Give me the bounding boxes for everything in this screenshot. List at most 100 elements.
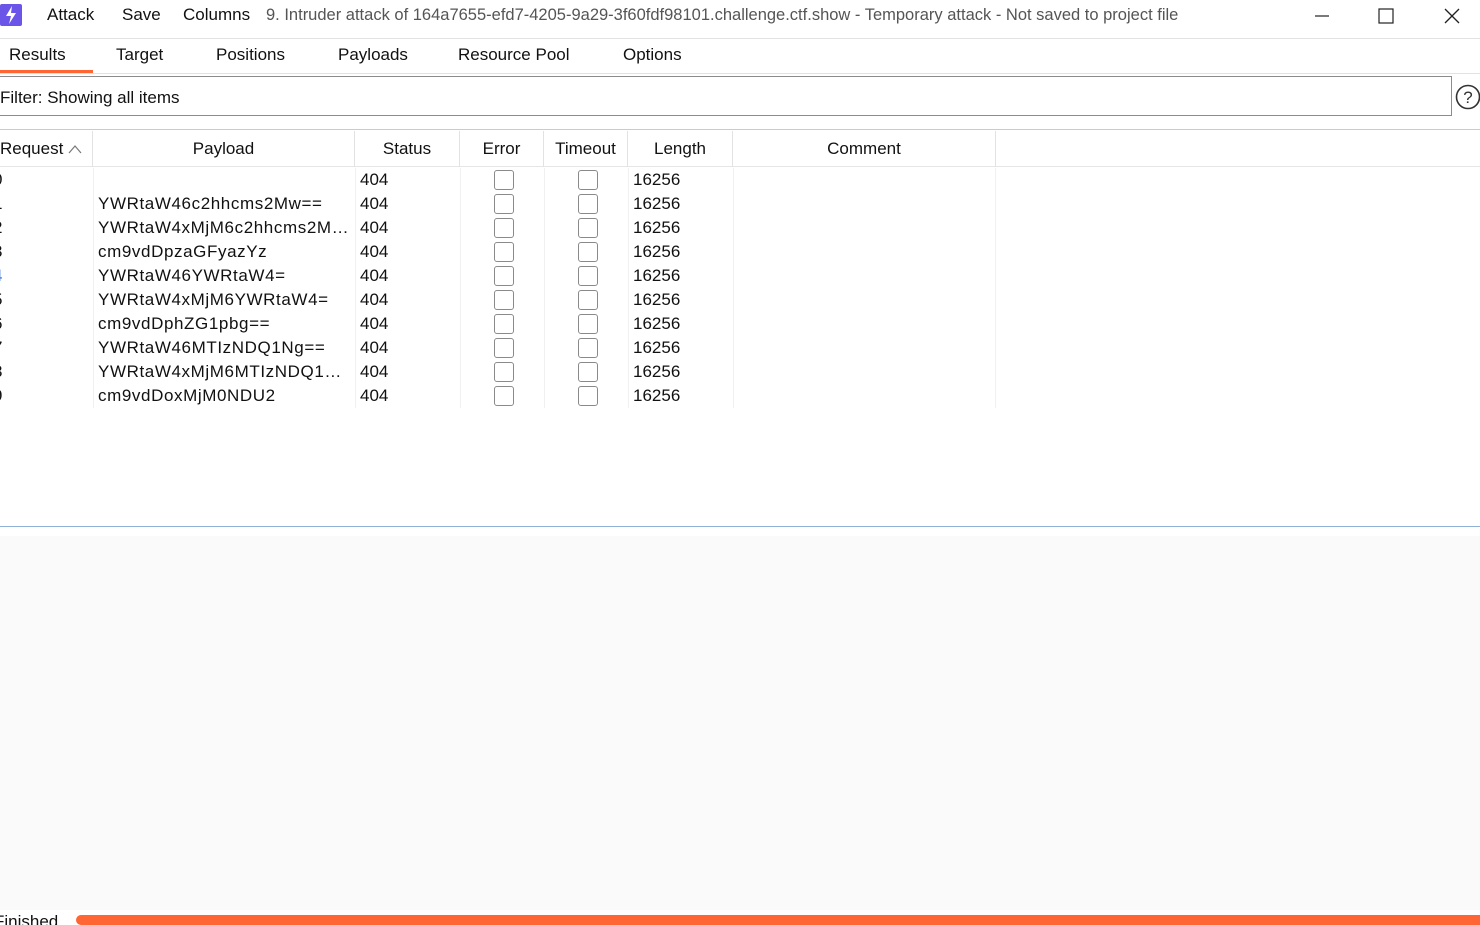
timeout-checkbox[interactable]: [578, 194, 598, 214]
timeout-checkbox[interactable]: [578, 170, 598, 190]
error-checkbox[interactable]: [494, 362, 514, 382]
timeout-checkbox[interactable]: [578, 266, 598, 286]
column-header-status[interactable]: Status: [355, 131, 460, 167]
error-checkbox[interactable]: [494, 314, 514, 334]
help-icon[interactable]: ?: [1454, 83, 1480, 111]
column-label-length: Length: [654, 139, 706, 158]
cell-payload: [98, 168, 354, 192]
cell-length: 16256: [633, 314, 681, 333]
menu-attack[interactable]: Attack: [47, 5, 94, 25]
table-row[interactable]: 8 YWRtaW4xMjM6MTIzNDQ1N… 404 16256: [0, 360, 996, 384]
timeout-checkbox[interactable]: [578, 386, 598, 406]
column-header-error[interactable]: Error: [460, 131, 544, 167]
burp-app-icon: [0, 4, 22, 26]
column-header-length[interactable]: Length: [628, 131, 733, 167]
column-label-error: Error: [482, 139, 521, 158]
cell-length: 16256: [633, 290, 681, 309]
cell-request: 8: [0, 360, 14, 384]
progress-fill: [76, 915, 1480, 925]
tab-options[interactable]: Options: [623, 45, 682, 65]
column-label-status: Status: [382, 139, 432, 158]
error-checkbox[interactable]: [494, 242, 514, 262]
cell-payload: cm9vdDoxMjM0NDU2: [98, 386, 276, 405]
timeout-checkbox[interactable]: [578, 338, 598, 358]
timeout-checkbox[interactable]: [578, 314, 598, 334]
table-row[interactable]: 4 YWRtaW46YWRtaW4= 404 16256: [0, 264, 996, 288]
cell-length: 16256: [633, 170, 681, 189]
timeout-checkbox[interactable]: [578, 218, 598, 238]
error-checkbox[interactable]: [494, 290, 514, 310]
table-row[interactable]: 3 cm9vdDpzaGFyazYz 404 16256: [0, 240, 996, 264]
error-checkbox[interactable]: [494, 338, 514, 358]
minimize-icon: [1315, 15, 1329, 17]
table-row[interactable]: 2 YWRtaW4xMjM6c2hhcms2M… 404 16256: [0, 216, 996, 240]
cell-payload: YWRtaW46MTIzNDQ1Ng==: [98, 338, 326, 357]
table-row[interactable]: 0 404 16256: [0, 168, 996, 192]
splitter-handle-icon[interactable]: [727, 529, 747, 543]
table-row[interactable]: 7 YWRtaW46MTIzNDQ1Ng== 404 16256: [0, 336, 996, 360]
sort-ascending-icon: [68, 145, 82, 154]
cell-request: 0: [0, 168, 14, 192]
window-title: 9. Intruder attack of 164a7655-efd7-4205…: [266, 6, 1179, 24]
cell-status: 404: [360, 242, 389, 261]
timeout-checkbox[interactable]: [578, 362, 598, 382]
column-label-payload: Payload: [192, 139, 255, 158]
cell-status: 404: [360, 338, 389, 357]
cell-payload: YWRtaW4xMjM6YWRtaW4=: [98, 290, 329, 309]
timeout-checkbox[interactable]: [578, 290, 598, 310]
results-table-body: 0 404 16256 1 YWRtaW46c2hhcms2Mw== 404 1…: [0, 168, 996, 408]
error-checkbox[interactable]: [494, 266, 514, 286]
table-row[interactable]: 9 cm9vdDoxMjM0NDU2 404 16256: [0, 384, 996, 408]
title-bar: Attack Save Columns 9. Intruder attack o…: [0, 0, 1480, 32]
cell-request: 5: [0, 288, 14, 312]
menu-columns[interactable]: Columns: [183, 5, 250, 25]
tab-payloads[interactable]: Payloads: [338, 45, 408, 65]
column-header-payload[interactable]: Payload: [93, 131, 355, 167]
cell-length: 16256: [633, 194, 681, 213]
maximize-icon: [1378, 8, 1394, 24]
minimize-button[interactable]: [1292, 0, 1352, 32]
cell-status: 404: [360, 386, 389, 405]
maximize-button[interactable]: [1356, 0, 1416, 32]
filter-bar[interactable]: Filter: Showing all items: [0, 76, 1452, 116]
cell-status: 404: [360, 314, 389, 333]
column-header-timeout[interactable]: Timeout: [544, 131, 628, 167]
error-checkbox[interactable]: [494, 386, 514, 406]
table-row[interactable]: 5 YWRtaW4xMjM6YWRtaW4= 404 16256: [0, 288, 996, 312]
cell-request: 6: [0, 312, 14, 336]
pane-splitter[interactable]: [0, 526, 1480, 527]
cell-request: 3: [0, 240, 14, 264]
column-label-comment: Comment: [827, 139, 901, 158]
tab-resource-pool[interactable]: Resource Pool: [458, 45, 570, 65]
cell-length: 16256: [633, 266, 681, 285]
close-icon: [1444, 8, 1460, 24]
error-checkbox[interactable]: [494, 170, 514, 190]
cell-request: 4: [0, 264, 14, 288]
close-button[interactable]: [1422, 0, 1480, 32]
column-label-timeout: Timeout: [555, 139, 616, 158]
tab-divider: [0, 73, 1480, 74]
menu-save[interactable]: Save: [122, 5, 161, 25]
column-header-comment[interactable]: Comment: [733, 131, 996, 167]
title-divider: [0, 38, 1480, 39]
cell-status: 404: [360, 266, 389, 285]
column-header-request[interactable]: Request: [0, 131, 93, 167]
tab-target[interactable]: Target: [116, 45, 163, 65]
table-row[interactable]: 1 YWRtaW46c2hhcms2Mw== 404 16256: [0, 192, 996, 216]
cell-length: 16256: [633, 362, 681, 381]
svg-text:?: ?: [1463, 88, 1472, 107]
tab-positions[interactable]: Positions: [216, 45, 285, 65]
table-row[interactable]: 6 cm9vdDphZG1pbg== 404 16256: [0, 312, 996, 336]
cell-payload: YWRtaW4xMjM6MTIzNDQ1N…: [98, 362, 354, 381]
cell-length: 16256: [633, 338, 681, 357]
cell-request: 9: [0, 384, 14, 408]
tab-results[interactable]: Results: [9, 45, 66, 65]
cell-payload: cm9vdDphZG1pbg==: [98, 314, 271, 333]
cell-request: 7: [0, 336, 14, 360]
error-checkbox[interactable]: [494, 194, 514, 214]
error-checkbox[interactable]: [494, 218, 514, 238]
cell-length: 16256: [633, 242, 681, 261]
progress-bar: [76, 915, 1480, 925]
column-label-request: Request: [0, 139, 64, 158]
timeout-checkbox[interactable]: [578, 242, 598, 262]
